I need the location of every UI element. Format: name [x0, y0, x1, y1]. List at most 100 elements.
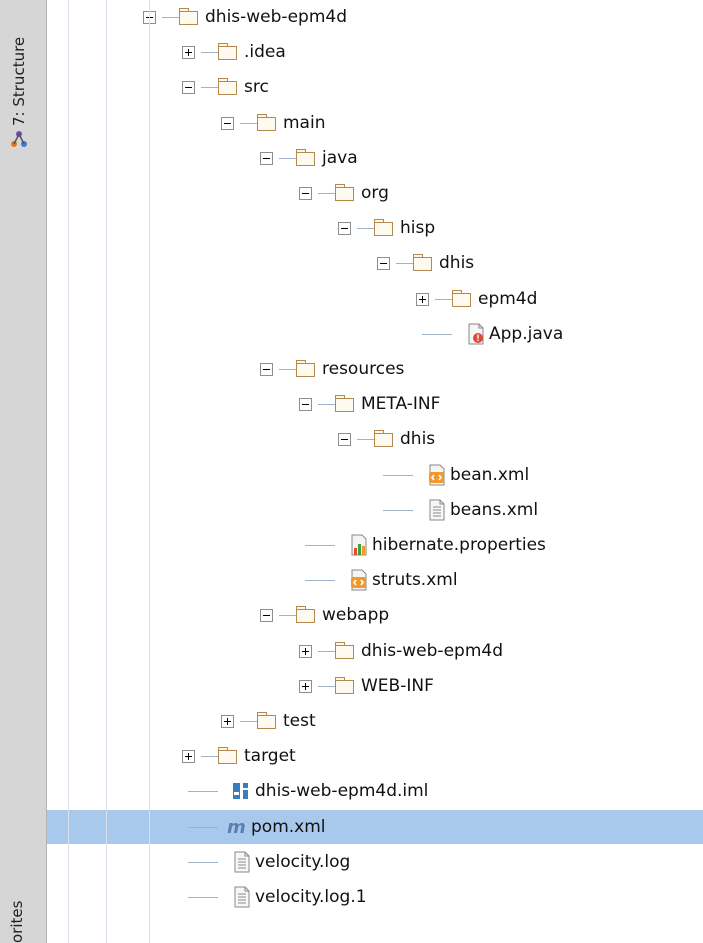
collapse-toggle-icon[interactable]	[182, 81, 195, 95]
expand-toggle-icon[interactable]	[182, 750, 195, 764]
collapse-toggle-icon[interactable]	[221, 116, 234, 130]
tree-row[interactable]: bean.xml	[47, 458, 703, 492]
folder-icon	[334, 641, 356, 661]
favorites-tool-tab[interactable]: orites	[8, 901, 26, 943]
tree-row[interactable]: dhis	[47, 246, 703, 280]
collapse-toggle-icon[interactable]	[338, 433, 351, 447]
tree-connector-line	[435, 298, 452, 300]
tree-row[interactable]: velocity.log	[47, 845, 703, 879]
tree-row[interactable]: main	[47, 106, 703, 140]
collapse-toggle-icon[interactable]	[299, 398, 312, 412]
maven-file-icon: m	[227, 816, 249, 838]
tree-item-label: resources	[322, 359, 405, 379]
tree-connector-line	[383, 509, 413, 511]
tree-item-label: dhis-web-epm4d	[205, 7, 347, 27]
folder-icon	[295, 605, 317, 625]
tree-connector-line	[240, 721, 257, 722]
xml-file-icon	[348, 569, 370, 591]
folder-icon	[217, 77, 239, 97]
tree-item-label: beans.xml	[450, 499, 539, 520]
tree-connector-line	[305, 580, 335, 582]
tree-item-label: App.java	[489, 323, 564, 344]
folder-icon	[178, 7, 200, 27]
collapse-toggle-icon[interactable]	[377, 257, 390, 271]
collapse-toggle-icon[interactable]	[260, 609, 273, 623]
tree-item-label: hisp	[400, 218, 436, 239]
collapse-toggle-icon[interactable]	[338, 222, 351, 236]
folder-icon	[412, 253, 434, 273]
tree-connector-line	[305, 545, 335, 546]
tree-connector-line	[422, 333, 452, 335]
tree-connector-line	[201, 87, 218, 89]
tree-row[interactable]: struts.xml	[47, 563, 703, 597]
tree-item-label: dhis	[400, 429, 436, 450]
tree-connector-line	[240, 122, 257, 124]
expand-toggle-icon[interactable]	[182, 46, 195, 60]
tree-item-label: pom.xml	[251, 816, 326, 837]
tree-row[interactable]: App.java	[47, 317, 703, 351]
tree-row[interactable]: beans.xml	[47, 493, 703, 527]
expand-toggle-icon[interactable]	[299, 679, 312, 693]
tree-connector-line	[162, 17, 179, 18]
tree-item-label: WEB-INF	[361, 675, 434, 696]
structure-icon	[10, 130, 28, 152]
folder-icon	[295, 148, 317, 168]
tree-row[interactable]: velocity.log.1	[47, 880, 703, 914]
folder-icon	[217, 746, 239, 766]
favorites-tab-label: orites	[8, 900, 26, 943]
expand-toggle-icon[interactable]	[221, 715, 234, 728]
tree-row[interactable]: dhis-web-epm4d	[47, 0, 703, 34]
expand-toggle-icon[interactable]	[416, 292, 429, 306]
structure-tool-tab[interactable]: 7: Structure	[8, 37, 30, 150]
tree-connector-line	[188, 791, 218, 793]
tree-row[interactable]: epm4d	[47, 282, 703, 316]
collapse-toggle-icon[interactable]	[260, 363, 273, 376]
folder-icon	[334, 183, 356, 203]
folder-icon	[256, 711, 278, 731]
tree-row[interactable]: dhis-web-epm4d.iml	[47, 774, 703, 808]
collapse-toggle-icon[interactable]	[299, 187, 312, 200]
tree-connector-line	[396, 263, 413, 265]
xml-file-icon	[426, 464, 448, 486]
tree-item-label: struts.xml	[372, 570, 458, 591]
tree-row[interactable]: META-INF	[47, 387, 703, 421]
tree-row[interactable]: java	[47, 141, 703, 175]
tree-row[interactable]: webapp	[47, 598, 703, 632]
tree-row[interactable]: WEB-INF	[47, 669, 703, 703]
tree-row[interactable]: hisp	[47, 211, 703, 245]
tree-row[interactable]: dhis	[47, 422, 703, 456]
svg-text:m: m	[227, 817, 246, 838]
folder-icon	[451, 289, 473, 309]
tree-connector-line	[188, 897, 218, 898]
text-file-icon	[231, 851, 253, 873]
tree-guide-line	[68, 0, 69, 943]
tree-item-label: webapp	[322, 605, 390, 626]
properties-file-icon	[348, 534, 370, 556]
tree-row[interactable]: hibernate.properties	[47, 528, 703, 562]
folder-icon	[256, 113, 278, 133]
tree-connector-line	[201, 756, 218, 758]
folder-icon	[334, 394, 356, 414]
tree-row[interactable]: resources	[47, 352, 703, 386]
tree-row[interactable]: m pom.xml	[47, 809, 703, 844]
tree-row[interactable]: test	[47, 704, 703, 738]
tree-row[interactable]: target	[47, 739, 703, 773]
tree-item-label: main	[283, 112, 326, 133]
tree-row[interactable]: .idea	[47, 35, 703, 69]
tree-item-label: .idea	[244, 42, 286, 63]
tree-item-label: src	[244, 77, 269, 98]
expand-toggle-icon[interactable]	[299, 644, 312, 658]
tree-connector-line	[318, 650, 335, 652]
tree-row[interactable]: src	[47, 70, 703, 104]
tree-connector-line	[357, 228, 374, 230]
tree-connector-line	[279, 157, 296, 159]
tree-connector-line	[383, 474, 413, 476]
tree-item-label: velocity.log	[255, 851, 351, 872]
tree-row[interactable]: org	[47, 176, 703, 210]
tree-connector-line	[357, 439, 374, 441]
tree-connector-line	[279, 369, 296, 370]
tree-guide-line	[106, 0, 107, 943]
tree-connector-line	[318, 193, 335, 194]
collapse-toggle-icon[interactable]	[260, 151, 273, 165]
tree-row[interactable]: dhis-web-epm4d	[47, 634, 703, 668]
